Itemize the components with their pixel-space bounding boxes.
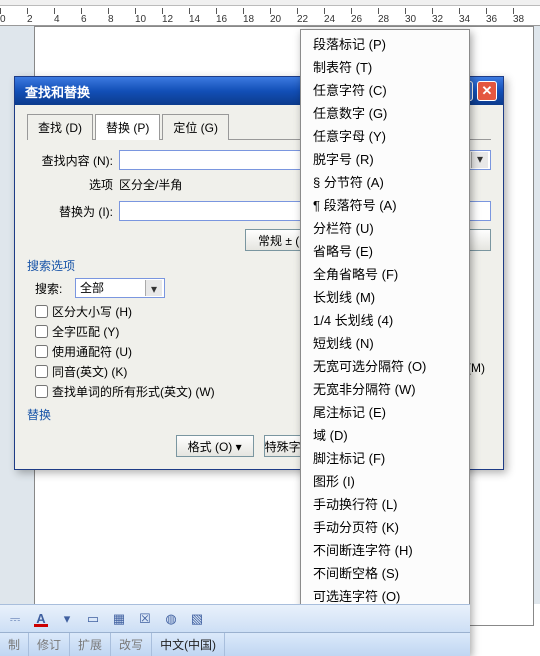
ruler-tick: 26 [351,14,378,25]
tab-replace[interactable]: 替换 (P) [95,114,160,140]
special-menu-item[interactable]: § 分节符 (A) [301,171,469,194]
ruler-tick: 16 [216,14,243,25]
font-color-button[interactable]: A [30,609,52,629]
horizontal-ruler: 0246810121416182022242628303234363840424… [0,6,540,26]
ruler-tick: 12 [162,14,189,25]
find-what-label: 查找内容 (N): [27,152,119,169]
tool-btn-dropdown-1[interactable]: ▾ [56,609,78,629]
options-value: 区分全/半角 [119,176,182,193]
search-direction-select[interactable]: 全部 [75,278,165,298]
special-menu-item[interactable]: 手动换行符 (L) [301,493,469,516]
special-menu-item[interactable]: 脱字号 (R) [301,148,469,171]
ruler-tick: 0 [0,14,27,25]
status-bar: 制修订扩展改写中文(中国) [0,632,470,656]
special-menu-item[interactable]: 分栏符 (U) [301,217,469,240]
ruler-tick: 6 [81,14,108,25]
special-menu-item[interactable]: 脚注标记 (F) [301,447,469,470]
special-menu-item[interactable]: 不间断空格 (S) [301,562,469,585]
tool-btn-4[interactable]: ☒ [134,609,156,629]
format-toolbar: ⎓ A ▾ ▭ ▦ ☒ ◍ ▧ [0,604,470,632]
special-menu-item[interactable]: 任意数字 (G) [301,102,469,125]
replace-with-label: 替换为 (I): [27,203,119,220]
ruler-tick: 10 [135,14,162,25]
ruler-tick: 24 [324,14,351,25]
special-menu-item[interactable]: 段落标记 (P) [301,33,469,56]
special-menu-item[interactable]: 全角省略号 (F) [301,263,469,286]
ruler-tick: 8 [108,14,135,25]
special-menu-item[interactable]: 长划线 (M) [301,286,469,309]
special-menu-item[interactable]: 任意字母 (Y) [301,125,469,148]
status-cell: 扩展 [70,633,111,656]
ruler-tick: 30 [405,14,432,25]
special-menu-item[interactable]: ¶ 段落符号 (A) [301,194,469,217]
special-characters-menu: 段落标记 (P)制表符 (T)任意字符 (C)任意数字 (G)任意字母 (Y)脱… [300,29,470,655]
ruler-tick: 2 [27,14,54,25]
status-cell: 制 [0,633,29,656]
status-cell: 修订 [29,633,70,656]
tab-find[interactable]: 查找 (D) [27,114,93,140]
status-cell: 改写 [111,633,152,656]
options-label: 选项 [27,176,119,193]
search-direction-label: 搜索: [27,280,75,297]
special-menu-item[interactable]: 无宽非分隔符 (W) [301,378,469,401]
tool-btn-1[interactable]: ⎓ [4,609,26,629]
status-language[interactable]: 中文(中国) [152,633,225,656]
special-menu-item[interactable]: 尾注标记 (E) [301,401,469,424]
special-menu-item[interactable]: 短划线 (N) [301,332,469,355]
ruler-tick: 20 [270,14,297,25]
ruler-tick: 22 [297,14,324,25]
special-menu-item[interactable]: 手动分页符 (K) [301,516,469,539]
special-menu-item[interactable]: 域 (D) [301,424,469,447]
status-area: ⎓ A ▾ ▭ ▦ ☒ ◍ ▧ 制修订扩展改写中文(中国) [0,604,470,656]
special-menu-item[interactable]: 1/4 长划线 (4) [301,309,469,332]
tool-btn-6[interactable]: ▧ [186,609,208,629]
ruler-tick: 32 [432,14,459,25]
format-button[interactable]: 格式 (O) ▾ [176,435,254,457]
tool-btn-3[interactable]: ▦ [108,609,130,629]
ruler-tick: 34 [459,14,486,25]
special-menu-item[interactable]: 任意字符 (C) [301,79,469,102]
ruler-tick: 14 [189,14,216,25]
special-menu-item[interactable]: 制表符 (T) [301,56,469,79]
tab-goto[interactable]: 定位 (G) [162,114,229,140]
special-menu-item[interactable]: 省略号 (E) [301,240,469,263]
special-menu-item[interactable]: 图形 (I) [301,470,469,493]
ruler-tick: 18 [243,14,270,25]
special-menu-item[interactable]: 无宽可选分隔符 (O) [301,355,469,378]
ruler-tick: 4 [54,14,81,25]
close-button[interactable]: ✕ [477,81,497,101]
special-menu-item[interactable]: 不间断连字符 (H) [301,539,469,562]
ruler-tick: 38 [513,14,540,25]
ruler-tick: 36 [486,14,513,25]
tool-btn-5[interactable]: ◍ [160,609,182,629]
ruler-tick: 28 [378,14,405,25]
tool-btn-2[interactable]: ▭ [82,609,104,629]
